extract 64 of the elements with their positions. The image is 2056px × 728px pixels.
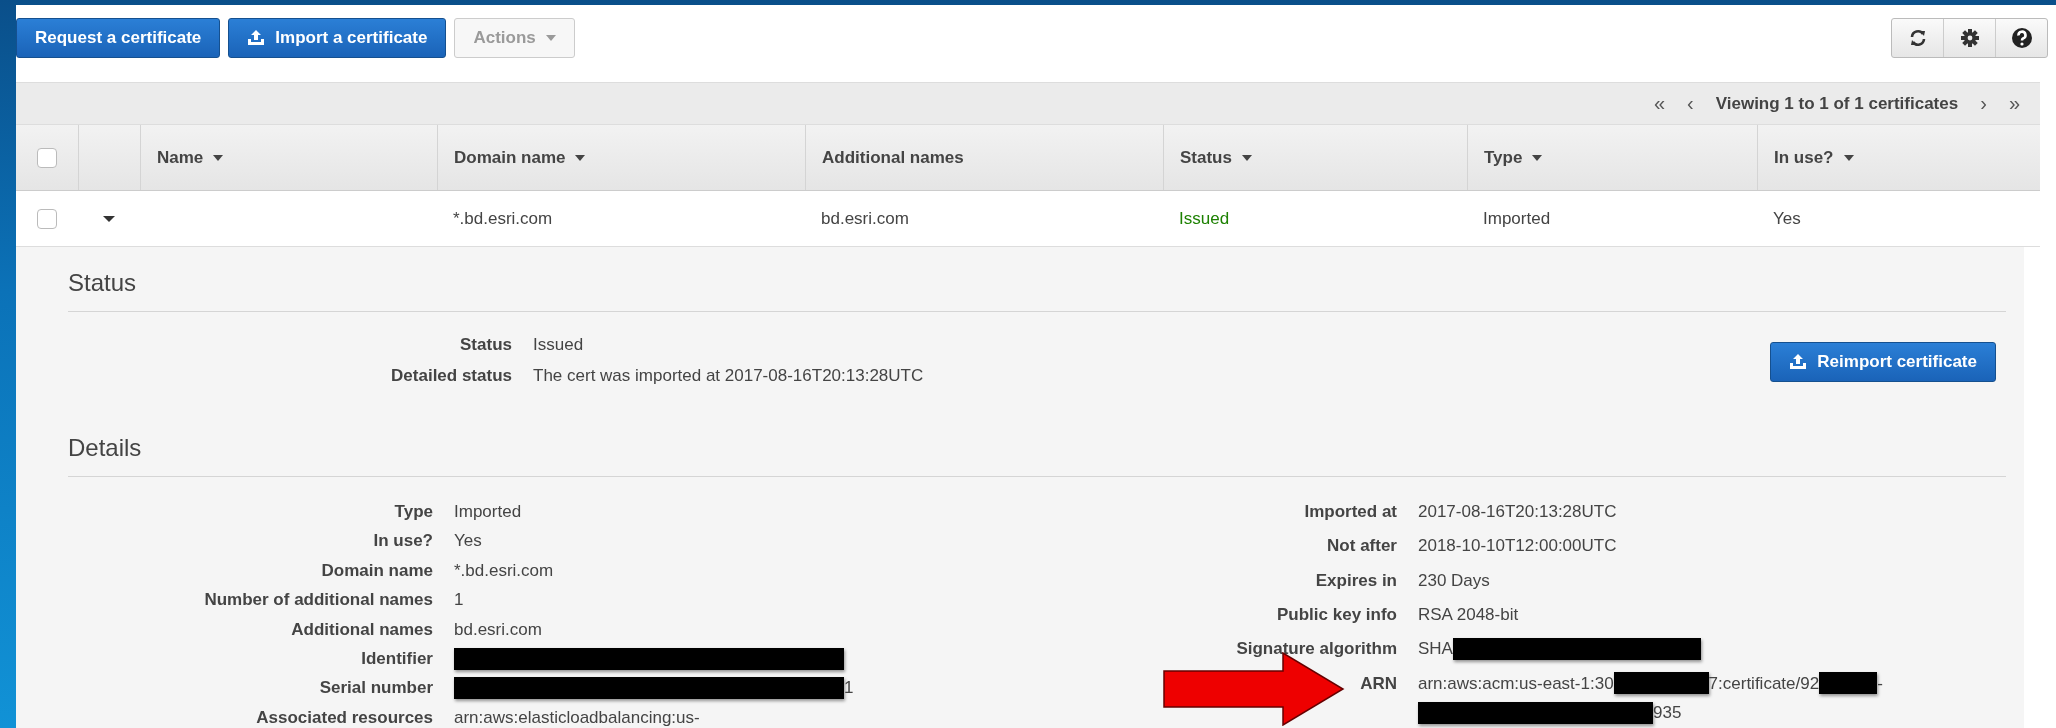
detail-value: arn:aws:elasticloadbalancing:us- bbox=[454, 706, 700, 728]
detail-value: SHA bbox=[1418, 638, 1453, 661]
toolbar-button[interactable]: Import a certificate bbox=[228, 18, 447, 58]
column-header[interactable]: Type bbox=[1467, 125, 1757, 190]
column-header[interactable]: Status bbox=[1163, 125, 1467, 190]
detail-label: Detailed status bbox=[391, 364, 512, 387]
select-all-checkbox[interactable] bbox=[37, 147, 57, 168]
detail-label: Domain name bbox=[321, 559, 433, 582]
section-heading: Details bbox=[68, 433, 143, 463]
row-checkbox[interactable] bbox=[37, 208, 57, 229]
detail-label: ARN bbox=[1360, 672, 1397, 695]
column-header[interactable]: Name bbox=[140, 125, 437, 190]
detail-value: 230 Days bbox=[1418, 569, 1490, 592]
table-cell: *.bd.esri.com bbox=[453, 208, 553, 229]
detail-label: Not after bbox=[1327, 535, 1397, 558]
last-page-button[interactable]: » bbox=[2008, 92, 2020, 115]
table-cell: Imported bbox=[1483, 208, 1551, 229]
detail-value: 2018-10-10T12:00:00UTC bbox=[1418, 535, 1617, 558]
section-heading: Status bbox=[68, 268, 138, 298]
detail-label: Signature algorithm bbox=[1236, 638, 1397, 661]
detail-label: Status bbox=[460, 334, 512, 356]
settings-icon bbox=[1960, 29, 1979, 47]
detail-label: Public key info bbox=[1277, 603, 1397, 626]
detail-value: - bbox=[1877, 672, 1883, 695]
pagination-summary: Viewing 1 to 1 of 1 certificates bbox=[1715, 93, 1959, 114]
status-text: Issued bbox=[1179, 208, 1230, 229]
table-cell: Yes bbox=[1773, 208, 1801, 229]
column-header[interactable]: Domain name bbox=[437, 125, 805, 190]
upload-icon bbox=[247, 30, 266, 46]
redaction-bar bbox=[1819, 672, 1878, 695]
detail-label: Serial number bbox=[319, 677, 433, 700]
detail-value: 7:certificate/92 bbox=[1708, 672, 1820, 695]
detail-label: Type bbox=[394, 501, 433, 523]
first-page-button[interactable]: « bbox=[1653, 92, 1666, 115]
refresh-icon bbox=[1908, 29, 1927, 47]
help-icon bbox=[2010, 27, 2033, 49]
detail-label: Identifier bbox=[361, 648, 433, 671]
detail-label: Imported at bbox=[1304, 501, 1397, 523]
detail-label: In use? bbox=[373, 530, 433, 553]
column-header[interactable]: In use? bbox=[1757, 125, 2040, 190]
reimport-button[interactable]: Reimport certificate bbox=[1770, 342, 1996, 382]
column-header: Additional names bbox=[805, 125, 1163, 190]
detail-value: 1 bbox=[454, 589, 464, 612]
detail-label: Additional names bbox=[291, 618, 433, 641]
detail-value: *.bd.esri.com bbox=[454, 559, 554, 582]
detail-value: Yes bbox=[454, 530, 482, 553]
detail-label: Number of additional names bbox=[204, 589, 433, 612]
detail-value: 1 bbox=[844, 677, 854, 700]
previous-page-button[interactable]: ‹ bbox=[1687, 92, 1694, 115]
detail-label: Associated resources bbox=[256, 706, 433, 728]
detail-value: RSA 2048-bit bbox=[1418, 603, 1519, 626]
detail-value: Imported bbox=[454, 501, 522, 523]
detail-value: Issued bbox=[533, 334, 585, 356]
table-cell: bd.esri.com bbox=[821, 208, 909, 229]
caret-icon bbox=[545, 35, 556, 41]
detail-label: Expires in bbox=[1315, 569, 1397, 592]
detail-value: 935 bbox=[1653, 701, 1682, 724]
toolbar-button[interactable]: Request a certificate bbox=[16, 18, 221, 58]
detail-value: bd.esri.com bbox=[454, 618, 542, 641]
detail-value: The cert was imported at 2017-08-16T20:13:28UTC bbox=[533, 364, 925, 387]
upload-icon bbox=[1789, 354, 1808, 370]
next-page-button[interactable]: › bbox=[1980, 92, 1987, 115]
detail-value: 2017-08-16T20:13:28UTC bbox=[1418, 501, 1617, 523]
detail-value: arn:aws:acm:us-east-1:30 bbox=[1418, 672, 1614, 695]
